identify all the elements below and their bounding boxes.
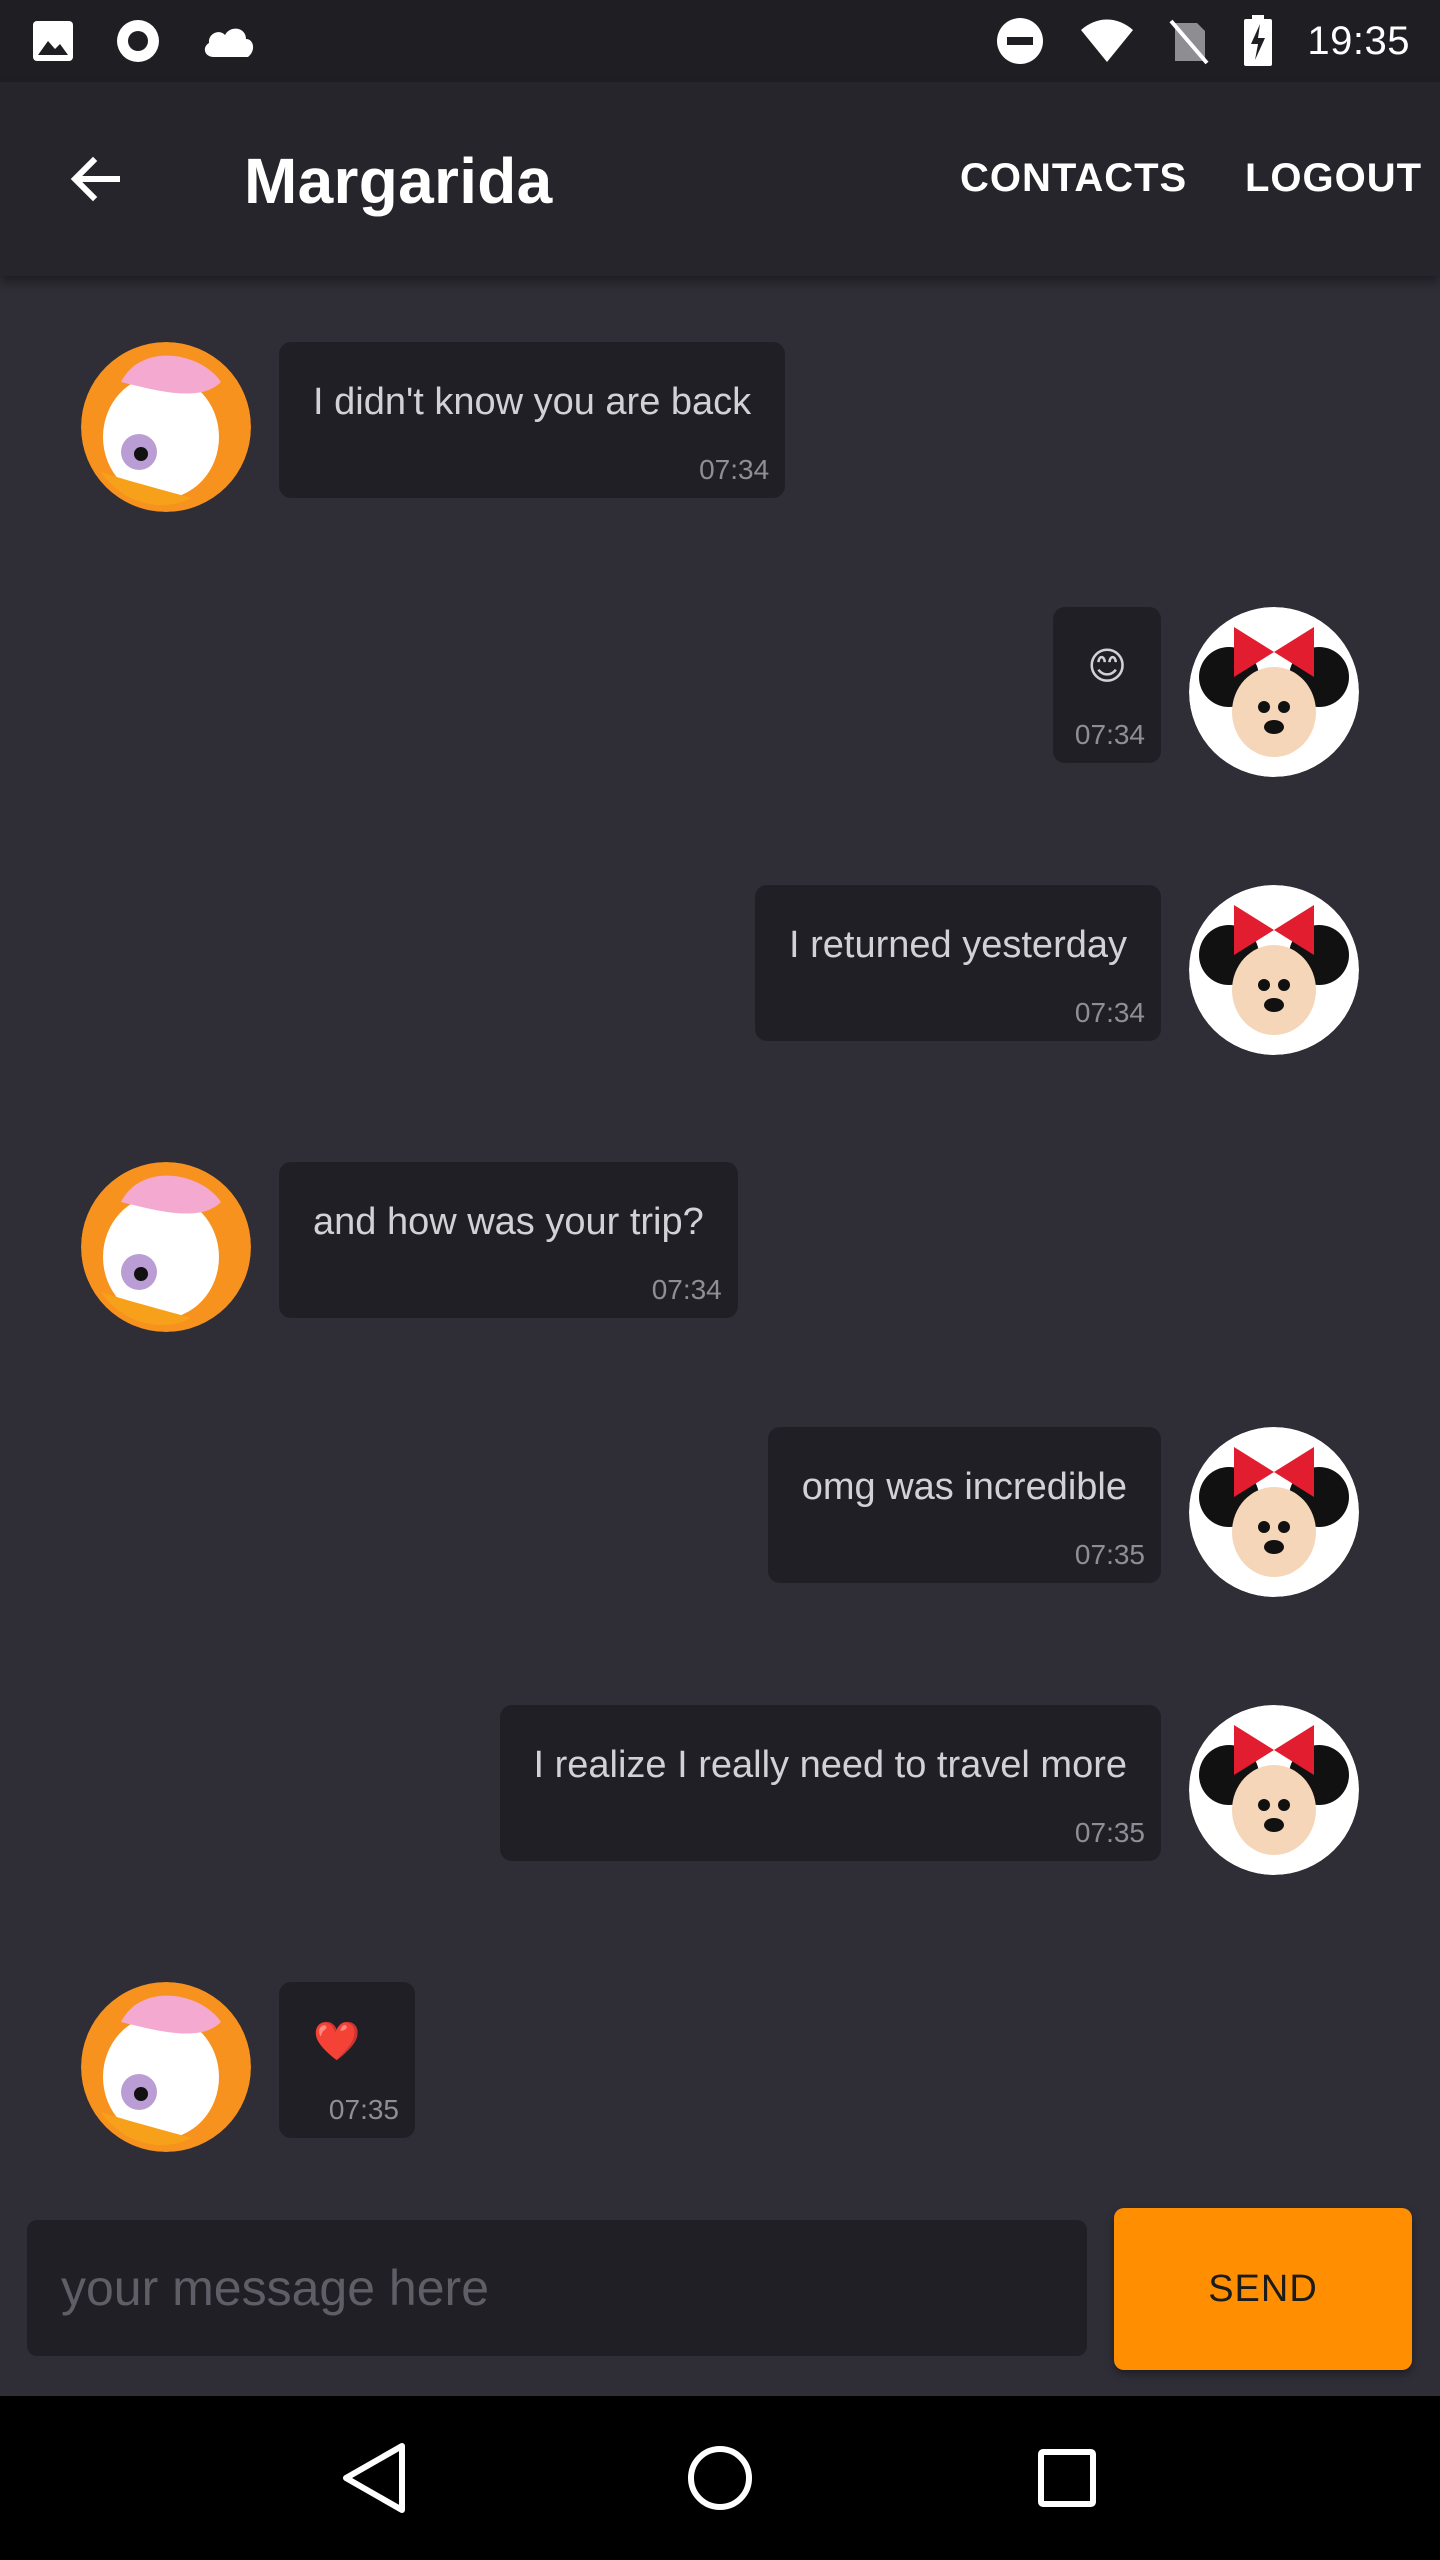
minnie-mouse-avatar xyxy=(1189,1705,1359,1875)
contacts-button[interactable]: CONTACTS xyxy=(960,156,1187,201)
message-bubble: ❤️ 07:35 xyxy=(279,1982,415,2138)
record-icon xyxy=(114,17,162,65)
status-bar: 19:35 xyxy=(0,0,1440,82)
message-item: I didn't know you are back 07:34 xyxy=(0,342,1440,512)
message-time: 07:34 xyxy=(651,1274,722,1305)
message-time: 07:35 xyxy=(328,2094,399,2125)
logout-button[interactable]: LOGOUT xyxy=(1245,156,1422,201)
message-time: 07:34 xyxy=(699,454,770,485)
page-title: Margarida xyxy=(244,145,553,217)
message-text: I realize I really need to travel more xyxy=(533,1744,1128,1786)
message-text: 😊 xyxy=(1087,646,1127,688)
minnie-mouse-avatar xyxy=(1189,885,1359,1055)
message-list[interactable]: I didn't know you are back 07:34 😊 07:34… xyxy=(0,276,1440,2176)
circle-home-icon xyxy=(687,2446,752,2510)
send-button[interactable]: SEND xyxy=(1114,2208,1412,2370)
message-item: I realize I really need to travel more 0… xyxy=(0,1705,1440,1875)
daisy-duck-avatar xyxy=(81,342,251,512)
app-bar: Margarida CONTACTS LOGOUT xyxy=(0,82,1440,276)
arrow-back-icon xyxy=(70,156,120,202)
message-text: omg was incredible xyxy=(801,1466,1127,1508)
do-not-disturb-icon xyxy=(995,16,1045,66)
message-item: ❤️ 07:35 xyxy=(0,1982,1440,2152)
message-composer: SEND xyxy=(0,2176,1440,2396)
minnie-mouse-avatar xyxy=(1189,1427,1359,1597)
cloud-icon xyxy=(200,21,256,61)
message-bubble: omg was incredible 07:35 xyxy=(767,1427,1161,1583)
message-time: 07:34 xyxy=(1074,719,1145,750)
clock: 19:35 xyxy=(1307,18,1410,63)
message-text: I returned yesterday xyxy=(789,924,1127,966)
chat-screen: 19:35 Margarida CONTACTS LOGOUT I didn't… xyxy=(0,0,1440,2560)
daisy-duck-avatar xyxy=(81,1162,251,1332)
message-item: 😊 07:34 xyxy=(0,607,1440,777)
message-bubble: and how was your trip? 07:34 xyxy=(279,1162,738,1318)
minnie-mouse-avatar xyxy=(1189,607,1359,777)
message-item: I returned yesterday 07:34 xyxy=(0,885,1440,1055)
message-text: I didn't know you are back xyxy=(313,381,752,423)
no-sim-icon xyxy=(1169,17,1209,65)
message-time: 07:34 xyxy=(1074,997,1145,1028)
square-recents-icon xyxy=(1037,2449,1096,2507)
message-bubble: I didn't know you are back 07:34 xyxy=(279,342,786,498)
message-time: 07:35 xyxy=(1074,1539,1145,1570)
message-text: ❤️ xyxy=(313,2021,361,2063)
nav-back-button[interactable] xyxy=(318,2423,428,2533)
wifi-icon xyxy=(1079,18,1135,64)
message-item: omg was incredible 07:35 xyxy=(0,1427,1440,1597)
daisy-duck-avatar xyxy=(81,1982,251,2152)
message-bubble: 😊 07:34 xyxy=(1053,607,1161,763)
system-nav-bar xyxy=(0,2396,1440,2560)
triangle-back-icon xyxy=(343,2443,406,2513)
nav-recents-button[interactable] xyxy=(1012,2423,1122,2533)
image-icon xyxy=(30,18,76,64)
back-button[interactable] xyxy=(58,142,132,216)
message-item: and how was your trip? 07:34 xyxy=(0,1162,1440,1332)
battery-charging-icon xyxy=(1243,15,1273,67)
nav-home-button[interactable] xyxy=(665,2423,775,2533)
message-bubble: I returned yesterday 07:34 xyxy=(755,885,1161,1041)
message-time: 07:35 xyxy=(1074,1817,1145,1848)
message-text: and how was your trip? xyxy=(313,1201,704,1243)
message-input[interactable] xyxy=(27,2220,1087,2356)
message-bubble: I realize I really need to travel more 0… xyxy=(499,1705,1161,1861)
